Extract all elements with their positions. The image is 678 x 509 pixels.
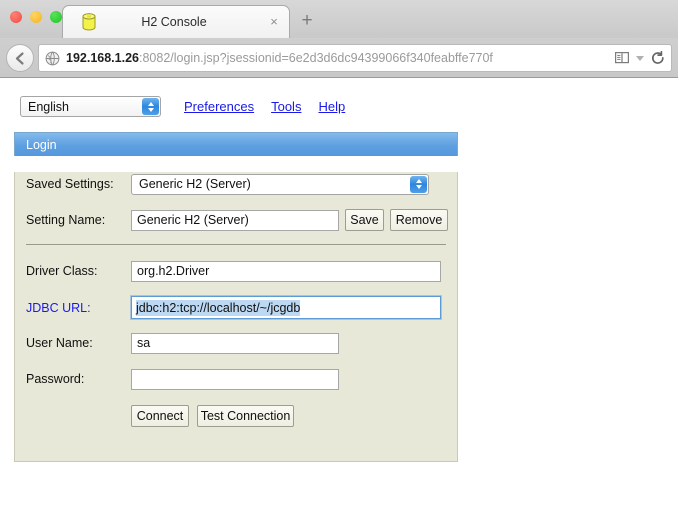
driver-class-input[interactable]: org.h2.Driver (131, 260, 441, 282)
row-jdbc-url: JDBC URL: jdbc:h2:tcp://localhost/~/jcgd… (26, 295, 457, 320)
row-setting-name: Setting Name: Generic H2 (Server) Save R… (26, 208, 457, 232)
url-bar-actions (615, 51, 665, 65)
chevron-down-icon[interactable] (636, 55, 644, 61)
select-stepper-icon[interactable] (410, 175, 427, 193)
setting-name-input[interactable]: Generic H2 (Server) (131, 209, 339, 231)
back-button[interactable] (6, 44, 34, 72)
saved-settings-select[interactable]: Generic H2 (Server) (131, 173, 429, 195)
password-input[interactable] (131, 368, 339, 390)
login-panel-title: Login (26, 137, 57, 152)
saved-settings-value: Generic H2 (Server) (139, 177, 251, 191)
close-window-button[interactable] (10, 11, 22, 23)
row-driver-class: Driver Class: org.h2.Driver (26, 259, 457, 283)
row-saved-settings: Saved Settings: Generic H2 (Server) (26, 172, 457, 196)
login-panel-body: Saved Settings: Generic H2 (Server) Sett… (14, 172, 458, 462)
maximize-window-button[interactable] (50, 11, 62, 23)
user-name-label: User Name: (26, 336, 93, 350)
url-host: 192.168.1.26 (66, 51, 139, 65)
password-label: Password: (26, 372, 85, 386)
row-actions: Connect Test Connection (26, 404, 457, 428)
jdbc-url-input[interactable]: jdbc:h2:tcp://localhost/~/jcgdb (131, 296, 441, 319)
globe-icon (45, 51, 60, 65)
help-link[interactable]: Help (318, 99, 345, 114)
setting-name-label: Setting Name: (26, 213, 106, 227)
url-bar[interactable]: 192.168.1.26:8082/login.jsp?jsessionid=6… (38, 44, 672, 72)
row-user-name: User Name: sa (26, 331, 457, 355)
preferences-link[interactable]: Preferences (184, 99, 254, 114)
url-text[interactable]: 192.168.1.26:8082/login.jsp?jsessionid=6… (66, 51, 609, 65)
navigation-bar: 192.168.1.26:8082/login.jsp?jsessionid=6… (0, 38, 678, 78)
url-path: :8082/login.jsp?jsessionid=6e2d3d6dc9439… (139, 51, 493, 65)
browser-chrome: H2 Console × + 192.168.1.26:8082/login.j… (0, 0, 678, 78)
browser-window: H2 Console × + 192.168.1.26:8082/login.j… (0, 0, 678, 509)
language-select-value: English (28, 99, 69, 114)
user-name-input[interactable]: sa (131, 332, 339, 354)
remove-button[interactable]: Remove (390, 209, 448, 231)
browser-tab[interactable]: H2 Console × (62, 5, 290, 38)
login-panel: Login Saved Settings: Generic H2 (Server… (14, 132, 458, 462)
connect-button[interactable]: Connect (131, 405, 189, 427)
tools-link[interactable]: Tools (271, 99, 301, 114)
back-arrow-icon (15, 51, 24, 65)
saved-settings-label: Saved Settings: (26, 177, 114, 191)
login-panel-header: Login (14, 132, 458, 156)
jdbc-url-value: jdbc:h2:tcp://localhost/~/jcgdb (136, 299, 301, 316)
minimize-window-button[interactable] (30, 11, 42, 23)
new-tab-button[interactable]: + (297, 11, 317, 31)
jdbc-url-label[interactable]: JDBC URL: (26, 301, 131, 315)
reload-icon[interactable] (651, 51, 665, 65)
save-button[interactable]: Save (345, 209, 384, 231)
section-divider (26, 244, 446, 245)
database-cylinder-icon (82, 13, 96, 31)
tab-strip: H2 Console × + (0, 0, 678, 38)
page-content: English Preferences Tools Help Login Sav… (0, 79, 678, 509)
select-stepper-icon[interactable] (142, 98, 159, 115)
language-select[interactable]: English (20, 96, 161, 117)
h2-toolbar: English Preferences Tools Help (20, 96, 345, 117)
row-password: Password: (26, 367, 457, 391)
reader-mode-icon[interactable] (615, 51, 629, 65)
driver-class-label: Driver Class: (26, 264, 98, 278)
window-controls (10, 11, 62, 23)
close-icon[interactable]: × (267, 15, 281, 29)
test-connection-button[interactable]: Test Connection (197, 405, 294, 427)
